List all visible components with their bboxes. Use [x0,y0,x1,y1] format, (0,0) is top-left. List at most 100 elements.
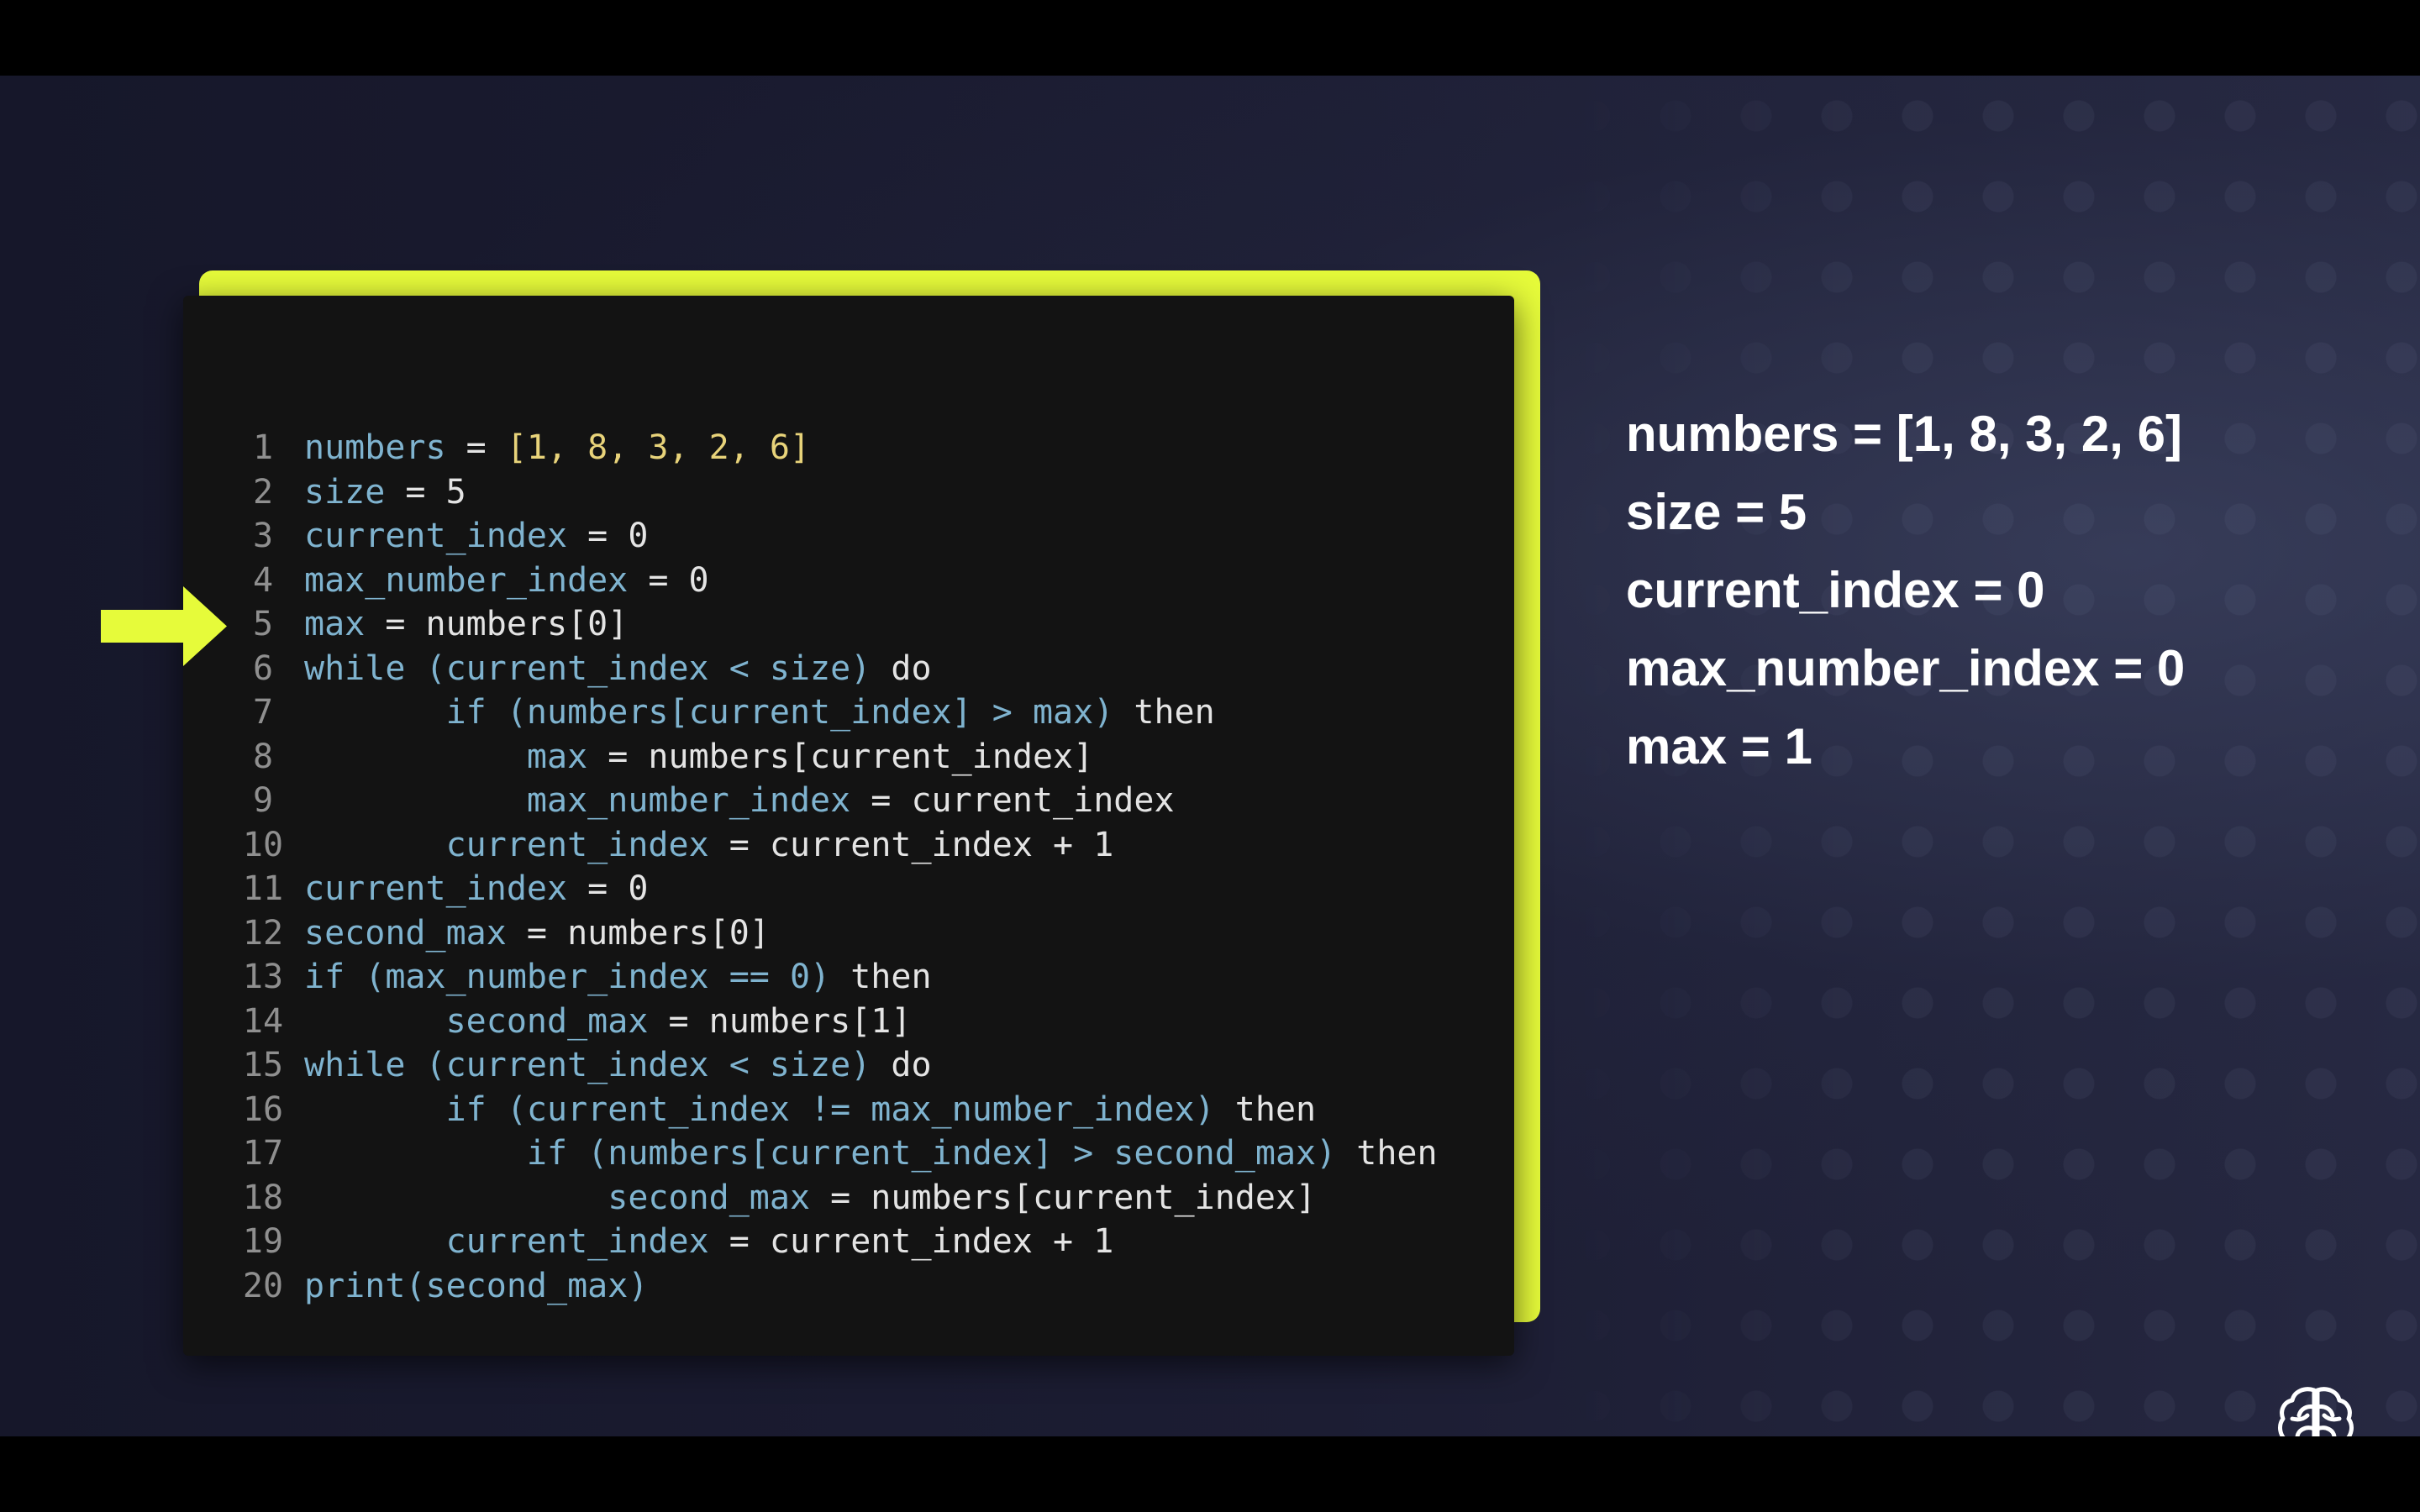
line-number: 15 [242,1046,284,1084]
line-number: 16 [242,1089,284,1129]
variable-state-panel: numbers = [1, 8, 3, 2, 6] size = 5 curre… [1626,395,2185,785]
code-token: then [830,958,932,996]
code-token: = current_index + 1 [708,1222,1114,1261]
code-line: 1 numbers = [1, 8, 3, 2, 6] [183,426,1514,470]
code-token: current_index [445,1222,709,1261]
code-token: = 0 [628,560,709,600]
code-token: max_number_index [304,560,629,600]
code-token: then [1214,1089,1317,1129]
line-code: if (numbers[current_index] > max) then [304,690,1215,735]
code-token: if (current_index != max_number_index) [445,1089,1215,1129]
line-number: 5 [252,605,274,643]
letterbox-top [0,0,2420,76]
state-size: size = 5 [1626,484,1807,540]
code-token: = [445,428,507,467]
code-line: 5 max = numbers[0] [183,602,1514,647]
line-number: 19 [242,1222,284,1261]
line-code: current_index = current_index + 1 [304,823,1114,868]
slide: 1 numbers = [1, 8, 3, 2, 6] 2 size = 5 3 curr… [0,76,2420,1436]
line-number: 7 [252,693,274,732]
line-number: 18 [242,1178,284,1217]
line-code: max = numbers[current_index] [304,735,1093,780]
state-max: max = 1 [1626,718,1812,774]
line-number: 13 [242,958,284,996]
code-token: = current_index [850,781,1175,820]
line-code: numbers = [1, 8, 3, 2, 6] [304,426,810,470]
code-token: then [1336,1134,1438,1173]
line-code: while (current_index < size) do [304,647,932,691]
line-code: if (current_index != max_number_index) t… [304,1088,1317,1132]
code-token: = 0 [567,869,649,908]
line-code: second_max = numbers[1] [304,1000,912,1044]
code-line: 8 max = numbers[current_index] [183,735,1514,780]
code-token: current_index [445,825,709,864]
line-number: 10 [242,825,284,864]
line-number: 6 [252,648,274,688]
line-number: 2 [252,472,274,512]
code-line: 11 current_index = 0 [183,867,1514,911]
line-number: 8 [252,737,274,776]
code-token: do [871,1046,932,1084]
state-numbers: numbers = [1, 8, 3, 2, 6] [1626,406,2182,462]
line-code: if (numbers[current_index] > second_max)… [304,1131,1438,1176]
line-code: current_index = 0 [304,867,648,911]
code-token: second_max [304,913,507,953]
line-code: print(second_max) [304,1264,648,1309]
letterbox-bottom [0,1436,2420,1512]
line-code: if (max_number_index == 0) then [304,955,932,1000]
line-code: current_index = current_index + 1 [304,1220,1114,1264]
line-number: 4 [252,560,274,600]
arrow-right-icon [101,586,227,666]
code-line: 6 while (current_index < size) do [183,647,1514,691]
code-line: 7 if (numbers[current_index] > max) then [183,690,1514,735]
brain-logo-icon [2278,1387,2354,1436]
code-token: = current_index + 1 [708,825,1114,864]
code-token: = numbers[1] [648,1001,912,1041]
line-code: max_number_index = current_index [304,779,1175,823]
code-line: 19 current_index = current_index + 1 [183,1220,1514,1264]
code-token: max [304,605,366,643]
code-line: 13 if (max_number_index == 0) then [183,955,1514,1000]
code-line: 16 if (current_index != max_number_index… [183,1088,1514,1132]
code-panel: 1 numbers = [1, 8, 3, 2, 6] 2 size = 5 3 curr… [183,296,1514,1356]
code-token: while (current_index < size) [304,1046,871,1084]
code-token: then [1113,693,1215,732]
code-token: = numbers[0] [506,913,770,953]
code-token: size [304,472,386,512]
line-code: max_number_index = 0 [304,559,709,603]
line-number: 3 [252,517,274,555]
line-code: size = 5 [304,470,466,515]
code-line: 20 print(second_max) [183,1264,1514,1309]
code-line: 10 current_index = current_index + 1 [183,823,1514,868]
code-line: 18 second_max = numbers[current_index] [183,1176,1514,1221]
code-token: max_number_index [526,781,851,820]
code-token: = numbers[current_index] [810,1178,1317,1217]
code-token: print(second_max) [304,1266,649,1305]
code-line: 15 while (current_index < size) do [183,1043,1514,1088]
code-token: second_max [445,1001,649,1041]
line-number: 14 [242,1001,284,1041]
code-token: if (numbers[current_index] > second_max) [526,1134,1337,1173]
code-line: 4 max_number_index = 0 [183,559,1514,603]
line-code: second_max = numbers[current_index] [304,1176,1316,1221]
state-max-number-index: max_number_index = 0 [1626,640,2186,696]
line-code: current_index = 0 [304,514,648,559]
code-token: numbers [304,428,446,467]
code-token: current_index [304,869,568,908]
code-line: 17 if (numbers[current_index] > second_m… [183,1131,1514,1176]
line-number: 12 [242,913,284,953]
code-token: = 0 [567,517,649,555]
code-token: = numbers[0] [365,605,629,643]
state-current-index: current_index = 0 [1626,562,2045,618]
code-line: 2 size = 5 [183,470,1514,515]
code-token: if (numbers[current_index] > max) [445,693,1114,732]
code-token: if (max_number_index == 0) [304,958,831,996]
code-line: 14 second_max = numbers[1] [183,1000,1514,1044]
code-token: current_index [304,517,568,555]
line-number: 17 [242,1134,284,1173]
